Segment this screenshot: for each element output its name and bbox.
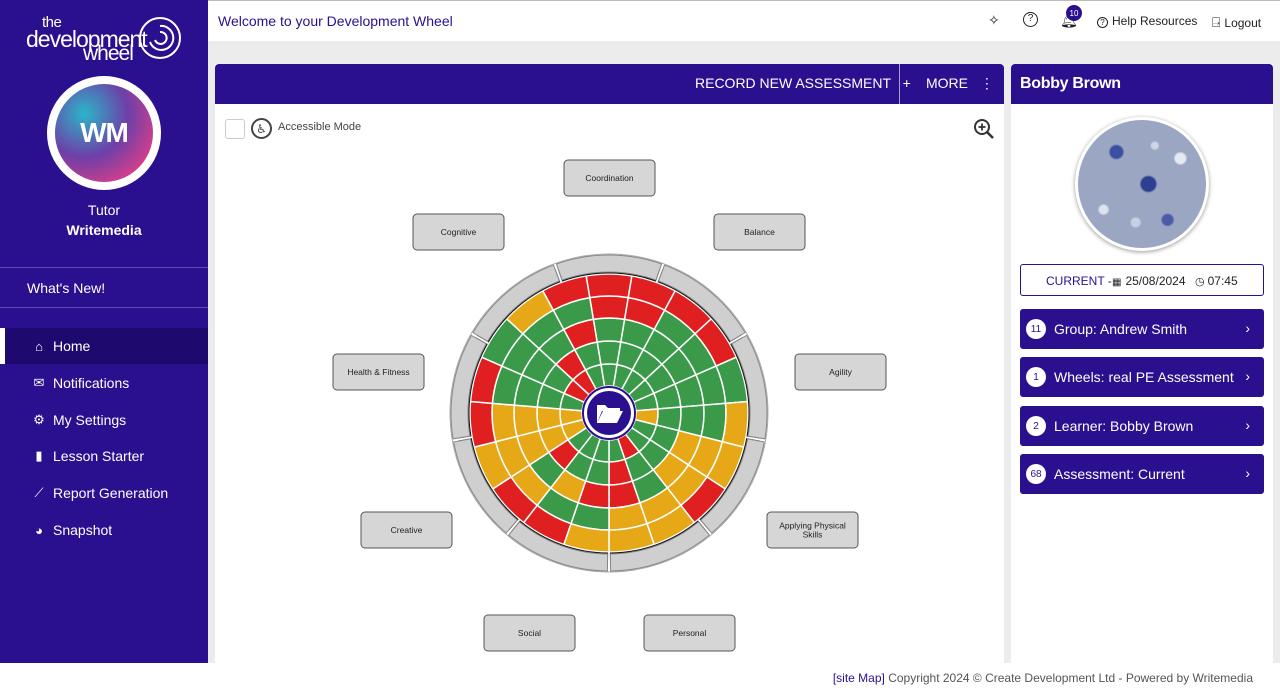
pie-icon: ◕	[35, 522, 43, 538]
record-new-assessment-button[interactable]: RECORD NEW ASSESSMENT +	[695, 75, 911, 91]
sidebar: the development wheel WM Tutor Writemedi…	[0, 0, 208, 663]
more-label: MORE	[926, 75, 968, 91]
sidebar-item-lesson-starter[interactable]: ▮ Lesson Starter	[0, 438, 208, 474]
category-label: Health & Fitness	[347, 367, 409, 377]
divider	[0, 267, 208, 268]
help-resources-link[interactable]: ? Help Resources	[1097, 14, 1197, 28]
divider	[0, 307, 208, 308]
category-label: Agility	[829, 367, 852, 377]
sidebar-item-label: Snapshot	[53, 522, 113, 538]
assessment-link-button[interactable]: 68 Assessment: Current ›	[1020, 454, 1264, 494]
logout-label: Logout	[1224, 16, 1262, 30]
sidebar-item-label: Report Generation	[53, 485, 169, 501]
user-settings-icon: ⚙	[33, 412, 45, 427]
count-badge: 68	[1026, 464, 1046, 484]
category-label: Balance	[744, 227, 775, 237]
group-link-button[interactable]: 11 Group: Andrew Smith ›	[1020, 309, 1264, 349]
chevron-right-icon: ›	[1245, 368, 1250, 384]
book-icon: ▮	[35, 448, 43, 463]
kebab-icon: ⋮	[979, 75, 994, 91]
wheel-segment[interactable]	[592, 317, 626, 343]
chevron-right-icon: ›	[1245, 320, 1250, 336]
category-label: Coordination	[585, 173, 633, 183]
sidebar-item-snapshot[interactable]: ◕ Snapshot	[0, 512, 208, 548]
help-circle-icon[interactable]: ?	[1023, 12, 1038, 27]
record-label: RECORD NEW ASSESSMENT	[695, 75, 891, 91]
category-label: Personal	[673, 628, 707, 638]
time-value: 07:45	[1207, 274, 1238, 288]
wheels-link-button[interactable]: 1 Wheels: real PE Assessment ›	[1020, 357, 1264, 397]
wheel-segment[interactable]	[491, 402, 518, 443]
category-label: Social	[518, 628, 541, 638]
category-label: Creative	[391, 525, 423, 535]
sidebar-item-my-settings[interactable]: ⚙ My Settings	[0, 402, 208, 438]
development-wheel[interactable]: CoordinationBalanceAgilityApplying Physi…	[215, 104, 1004, 663]
panel-header: RECORD NEW ASSESSMENT + MORE ⋮	[215, 64, 1004, 104]
sidebar-item-report-generation[interactable]: ⟋ Report Generation	[0, 475, 208, 511]
sidebar-item-home[interactable]: ⌂ Home	[0, 328, 208, 364]
plus-icon: +	[902, 75, 911, 91]
clock-icon: ◷	[1195, 276, 1205, 288]
learner-header: Bobby Brown	[1011, 64, 1273, 104]
current-label: CURRENT -	[1046, 274, 1112, 288]
logo-text-wheel: wheel	[83, 42, 134, 65]
user-name: Writemedia	[66, 222, 142, 238]
wheel-segment[interactable]	[513, 404, 541, 438]
chart-icon: ⟋	[34, 485, 44, 500]
link-label: Group: Andrew Smith	[1054, 321, 1188, 337]
sidebar-item-label: Notifications	[53, 375, 130, 391]
more-button[interactable]: MORE ⋮	[926, 75, 994, 92]
site-map-link[interactable]: [site Map]	[833, 671, 885, 685]
user-role: Tutor	[87, 202, 121, 218]
footer-text: [site Map] Copyright 2024 © Create Devel…	[833, 671, 1253, 685]
help-icon: ?	[1097, 17, 1108, 28]
category-label: Skills	[803, 530, 823, 540]
count-badge: 2	[1026, 416, 1046, 436]
copyright-text: Copyright 2024 © Create Development Ltd …	[888, 671, 1253, 685]
swirl-icon	[139, 17, 181, 59]
chevron-right-icon: ›	[1245, 417, 1250, 433]
sidebar-item-label: Lesson Starter	[53, 448, 145, 464]
date-value: 25/08/2024	[1125, 274, 1186, 288]
wheel-segment[interactable]	[588, 295, 630, 321]
home-icon: ⌂	[35, 338, 43, 354]
assessment-time: ◷ 07:45	[1195, 274, 1238, 288]
chevron-right-icon: ›	[1245, 465, 1250, 481]
count-badge: 1	[1026, 367, 1046, 387]
wheel-segment[interactable]	[700, 402, 727, 443]
learner-name: Bobby Brown	[1020, 75, 1121, 92]
calendar-icon: ▦	[1112, 277, 1122, 288]
wheel-segment[interactable]	[469, 400, 497, 449]
header-divider	[899, 64, 900, 104]
link-label: Assessment: Current	[1054, 466, 1185, 482]
help-resources-label: Help Resources	[1112, 14, 1198, 28]
count-badge: 11	[1026, 319, 1046, 339]
footer: [site Map] Copyright 2024 © Create Devel…	[0, 663, 1280, 694]
page-title: Welcome to your Development Wheel	[218, 13, 453, 29]
link-label: Wheels: real PE Assessment	[1054, 369, 1234, 385]
current-assessment-selector[interactable]: CURRENT - ▦ 25/08/2024 ◷ 07:45	[1020, 264, 1264, 296]
link-label: Learner: Bobby Brown	[1054, 418, 1194, 434]
logout-icon: ⍈	[1212, 14, 1221, 30]
sparkle-icon[interactable]: ✧	[988, 12, 1000, 29]
category-label: Cognitive	[441, 227, 477, 237]
learner-panel: Bobby Brown CURRENT - ▦ 25/08/2024 ◷ 07:45…	[1011, 64, 1273, 663]
learner-photo	[1075, 117, 1209, 251]
assessment-date: ▦ 25/08/2024	[1112, 274, 1186, 288]
sidebar-item-label: My Settings	[53, 412, 127, 428]
whats-new-link[interactable]: What's New!	[27, 280, 105, 296]
notification-count-badge: 10	[1066, 5, 1082, 21]
learner-link-button[interactable]: 2 Learner: Bobby Brown ›	[1020, 406, 1264, 446]
avatar-initials: WM	[55, 84, 153, 182]
top-bar: Welcome to your Development Wheel ✧ ? 🔔︎…	[208, 0, 1280, 41]
user-avatar: WM	[47, 76, 161, 190]
sidebar-item-notifications[interactable]: ✉ Notifications	[0, 365, 208, 401]
wheel-segment[interactable]	[585, 273, 633, 299]
logout-link[interactable]: ⍈ Logout	[1212, 14, 1261, 31]
sidebar-item-label: Home	[53, 338, 91, 354]
wheel-panel: RECORD NEW ASSESSMENT + MORE ⋮ ♿︎ Access…	[215, 64, 1004, 663]
wheel-segment[interactable]	[721, 400, 749, 449]
development-wheel-logo[interactable]: the development wheel	[24, 12, 189, 65]
bell-icon: ✉	[33, 375, 45, 390]
